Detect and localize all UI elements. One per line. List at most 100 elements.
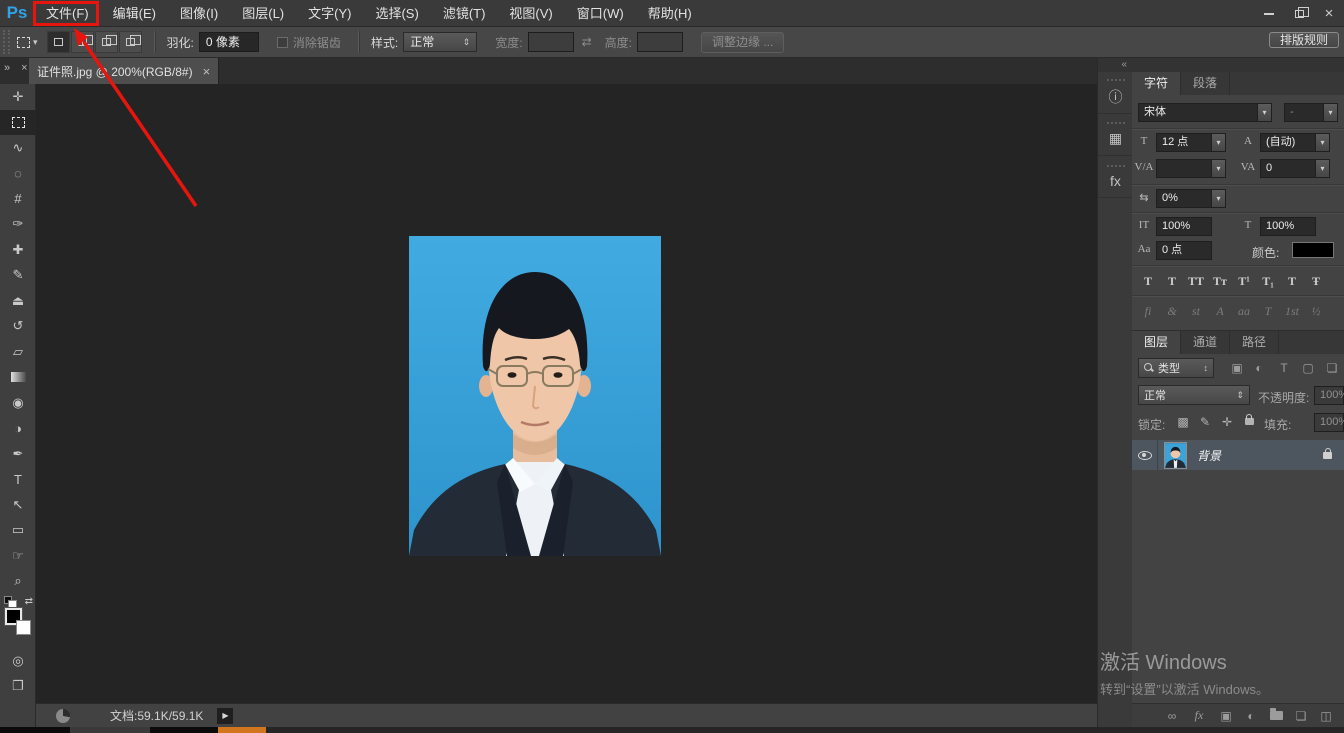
kerning-field[interactable] xyxy=(1156,159,1212,178)
font-size-dropdown[interactable]: ▾ xyxy=(1211,133,1226,152)
font-family-dropdown[interactable]: ▾ xyxy=(1257,103,1272,122)
style-all-caps[interactable]: TT xyxy=(1184,271,1208,291)
style-superscript[interactable]: T¹ xyxy=(1232,271,1256,291)
feather-input[interactable]: 0 像素 xyxy=(199,32,259,52)
refine-edge-button[interactable]: 调整边缘 ... xyxy=(701,32,784,53)
style-underline[interactable]: T xyxy=(1280,271,1304,291)
tab-channels[interactable]: 通道 xyxy=(1181,331,1230,354)
dock-collapse-button[interactable]: « xyxy=(1098,58,1132,72)
status-expand-button[interactable]: ▶ xyxy=(217,708,233,724)
tab-paragraph[interactable]: 段落 xyxy=(1181,72,1230,95)
horizontal-scale-field[interactable]: 100% xyxy=(1260,217,1316,236)
filter-shape-layers-icon[interactable]: ▢ xyxy=(1299,361,1317,375)
filter-adjustment-layers-icon[interactable]: ◐ xyxy=(1250,361,1268,375)
tool-move[interactable]: ✛ xyxy=(0,84,36,110)
tool-eraser[interactable]: ▱ xyxy=(0,339,36,365)
layout-rules-button[interactable]: 排版规则 xyxy=(1269,32,1339,48)
add-selection-button[interactable] xyxy=(71,31,94,53)
restore-button[interactable] xyxy=(1284,3,1314,25)
dock-panel-info[interactable]: ⓘ xyxy=(1098,72,1133,114)
tool-crop[interactable]: # xyxy=(0,186,36,212)
tool-pen[interactable]: ✒ xyxy=(0,441,36,467)
layer-filter-select[interactable]: 类型 ↕ xyxy=(1138,358,1214,378)
tab-character[interactable]: 字符 xyxy=(1132,72,1181,95)
antialias-checkbox[interactable] xyxy=(277,37,288,48)
text-color-swatch[interactable] xyxy=(1292,242,1334,258)
delete-layer-icon[interactable]: ◫ xyxy=(1316,709,1336,723)
active-tool-preset[interactable]: ▾ xyxy=(17,37,38,48)
filter-smart-objects-icon[interactable]: ❏ xyxy=(1323,361,1341,375)
kerning-dropdown[interactable]: ▾ xyxy=(1211,159,1226,178)
tab-layers[interactable]: 图层 xyxy=(1132,331,1181,354)
width-input[interactable] xyxy=(528,32,574,52)
tool-quick-selection[interactable]: ◌ xyxy=(0,161,36,187)
tool-blur[interactable]: ◉ xyxy=(0,390,36,416)
filter-type-layers-icon[interactable]: T xyxy=(1275,361,1293,375)
tool-gradient[interactable] xyxy=(0,365,36,391)
opentype-stylistic-alt[interactable]: st xyxy=(1184,301,1208,321)
menu-window[interactable]: 窗口(W) xyxy=(565,0,636,27)
dock-panel-styles[interactable]: fx xyxy=(1098,156,1133,198)
new-group-icon[interactable] xyxy=(1266,711,1286,720)
tracking-field[interactable]: 0 xyxy=(1260,159,1316,178)
opentype-fractions[interactable]: ½ xyxy=(1304,301,1328,321)
font-size-field[interactable]: 12 点 xyxy=(1156,133,1212,152)
screen-mode-button[interactable]: ❐ xyxy=(0,674,36,700)
tracking-dropdown[interactable]: ▾ xyxy=(1315,159,1330,178)
lock-all-icon[interactable] xyxy=(1240,414,1258,428)
intersect-selection-button[interactable] xyxy=(119,31,142,53)
opentype-swash[interactable]: & xyxy=(1160,301,1184,321)
add-layer-mask-icon[interactable]: ▣ xyxy=(1216,709,1236,723)
tool-dodge[interactable]: ◑ xyxy=(0,416,36,442)
opentype-ordinals[interactable]: 1st xyxy=(1280,301,1304,321)
layer-row-background[interactable]: 背景 xyxy=(1132,440,1344,470)
subtract-selection-button[interactable] xyxy=(95,31,118,53)
opentype-ligatures[interactable]: fi xyxy=(1136,301,1160,321)
tool-path-selection[interactable]: ↖ xyxy=(0,492,36,518)
menu-select[interactable]: 选择(S) xyxy=(363,0,430,27)
style-strikethrough[interactable]: Ŧ xyxy=(1304,271,1328,291)
menu-type[interactable]: 文字(Y) xyxy=(296,0,363,27)
leading-dropdown[interactable]: ▾ xyxy=(1315,133,1330,152)
tool-lasso[interactable]: ∿ xyxy=(0,135,36,161)
default-colors-icon[interactable] xyxy=(4,596,12,604)
tab-paths[interactable]: 路径 xyxy=(1230,331,1279,354)
tool-shape[interactable]: ▭ xyxy=(0,518,36,544)
document-tab[interactable]: 证件照.jpg @ 200%(RGB/8#) × xyxy=(29,58,219,84)
lock-image-pixels-icon[interactable]: ✎ xyxy=(1196,415,1214,429)
layer-visibility-toggle[interactable] xyxy=(1132,440,1158,470)
link-layers-icon[interactable]: ∞ xyxy=(1162,709,1182,723)
close-button[interactable]: × xyxy=(1314,3,1344,25)
tool-rect-marquee[interactable] xyxy=(0,110,36,136)
document-close-icon[interactable]: × xyxy=(203,64,211,79)
menu-layer[interactable]: 图层(L) xyxy=(230,0,296,27)
tool-clone-stamp[interactable]: ⏏ xyxy=(0,288,36,314)
swap-dimensions-button[interactable]: ⇄ xyxy=(582,35,597,49)
menu-image[interactable]: 图像(I) xyxy=(168,0,230,27)
vertical-scale-field[interactable]: 100% xyxy=(1156,217,1212,236)
quick-mask-button[interactable]: ◎ xyxy=(0,648,36,674)
lock-position-icon[interactable]: ✛ xyxy=(1218,415,1236,429)
style-faux-bold[interactable]: T xyxy=(1136,271,1160,291)
new-layer-icon[interactable]: ❏ xyxy=(1291,709,1311,723)
layer-style-fx-icon[interactable]: fx xyxy=(1189,708,1209,723)
opentype-titling-alt[interactable]: A xyxy=(1208,301,1232,321)
new-selection-button[interactable] xyxy=(47,31,70,53)
baseline-field[interactable]: 0 点 xyxy=(1156,241,1212,260)
tool-history-brush[interactable]: ↺ xyxy=(0,314,36,340)
background-color-swatch[interactable] xyxy=(16,620,31,635)
filter-pixel-layers-icon[interactable]: ▣ xyxy=(1228,361,1246,375)
blend-mode-select[interactable]: 正常 ⇕ xyxy=(1138,385,1250,405)
tool-hand[interactable]: ☞ xyxy=(0,543,36,569)
panel-collapse-icons[interactable]: » × xyxy=(4,62,32,74)
style-subscript[interactable]: T₁ xyxy=(1256,271,1280,291)
new-adjustment-layer-icon[interactable]: ◐ xyxy=(1241,709,1261,723)
leading-field[interactable]: (自动) xyxy=(1260,133,1316,152)
dock-panel-swatches[interactable]: ▦ xyxy=(1098,114,1133,156)
font-family-field[interactable]: 宋体 xyxy=(1138,103,1258,122)
style-faux-italic[interactable]: T xyxy=(1160,271,1184,291)
menu-help[interactable]: 帮助(H) xyxy=(636,0,704,27)
tool-type[interactable]: T xyxy=(0,467,36,493)
menu-view[interactable]: 视图(V) xyxy=(497,0,564,27)
menu-edit[interactable]: 编辑(E) xyxy=(101,0,168,27)
